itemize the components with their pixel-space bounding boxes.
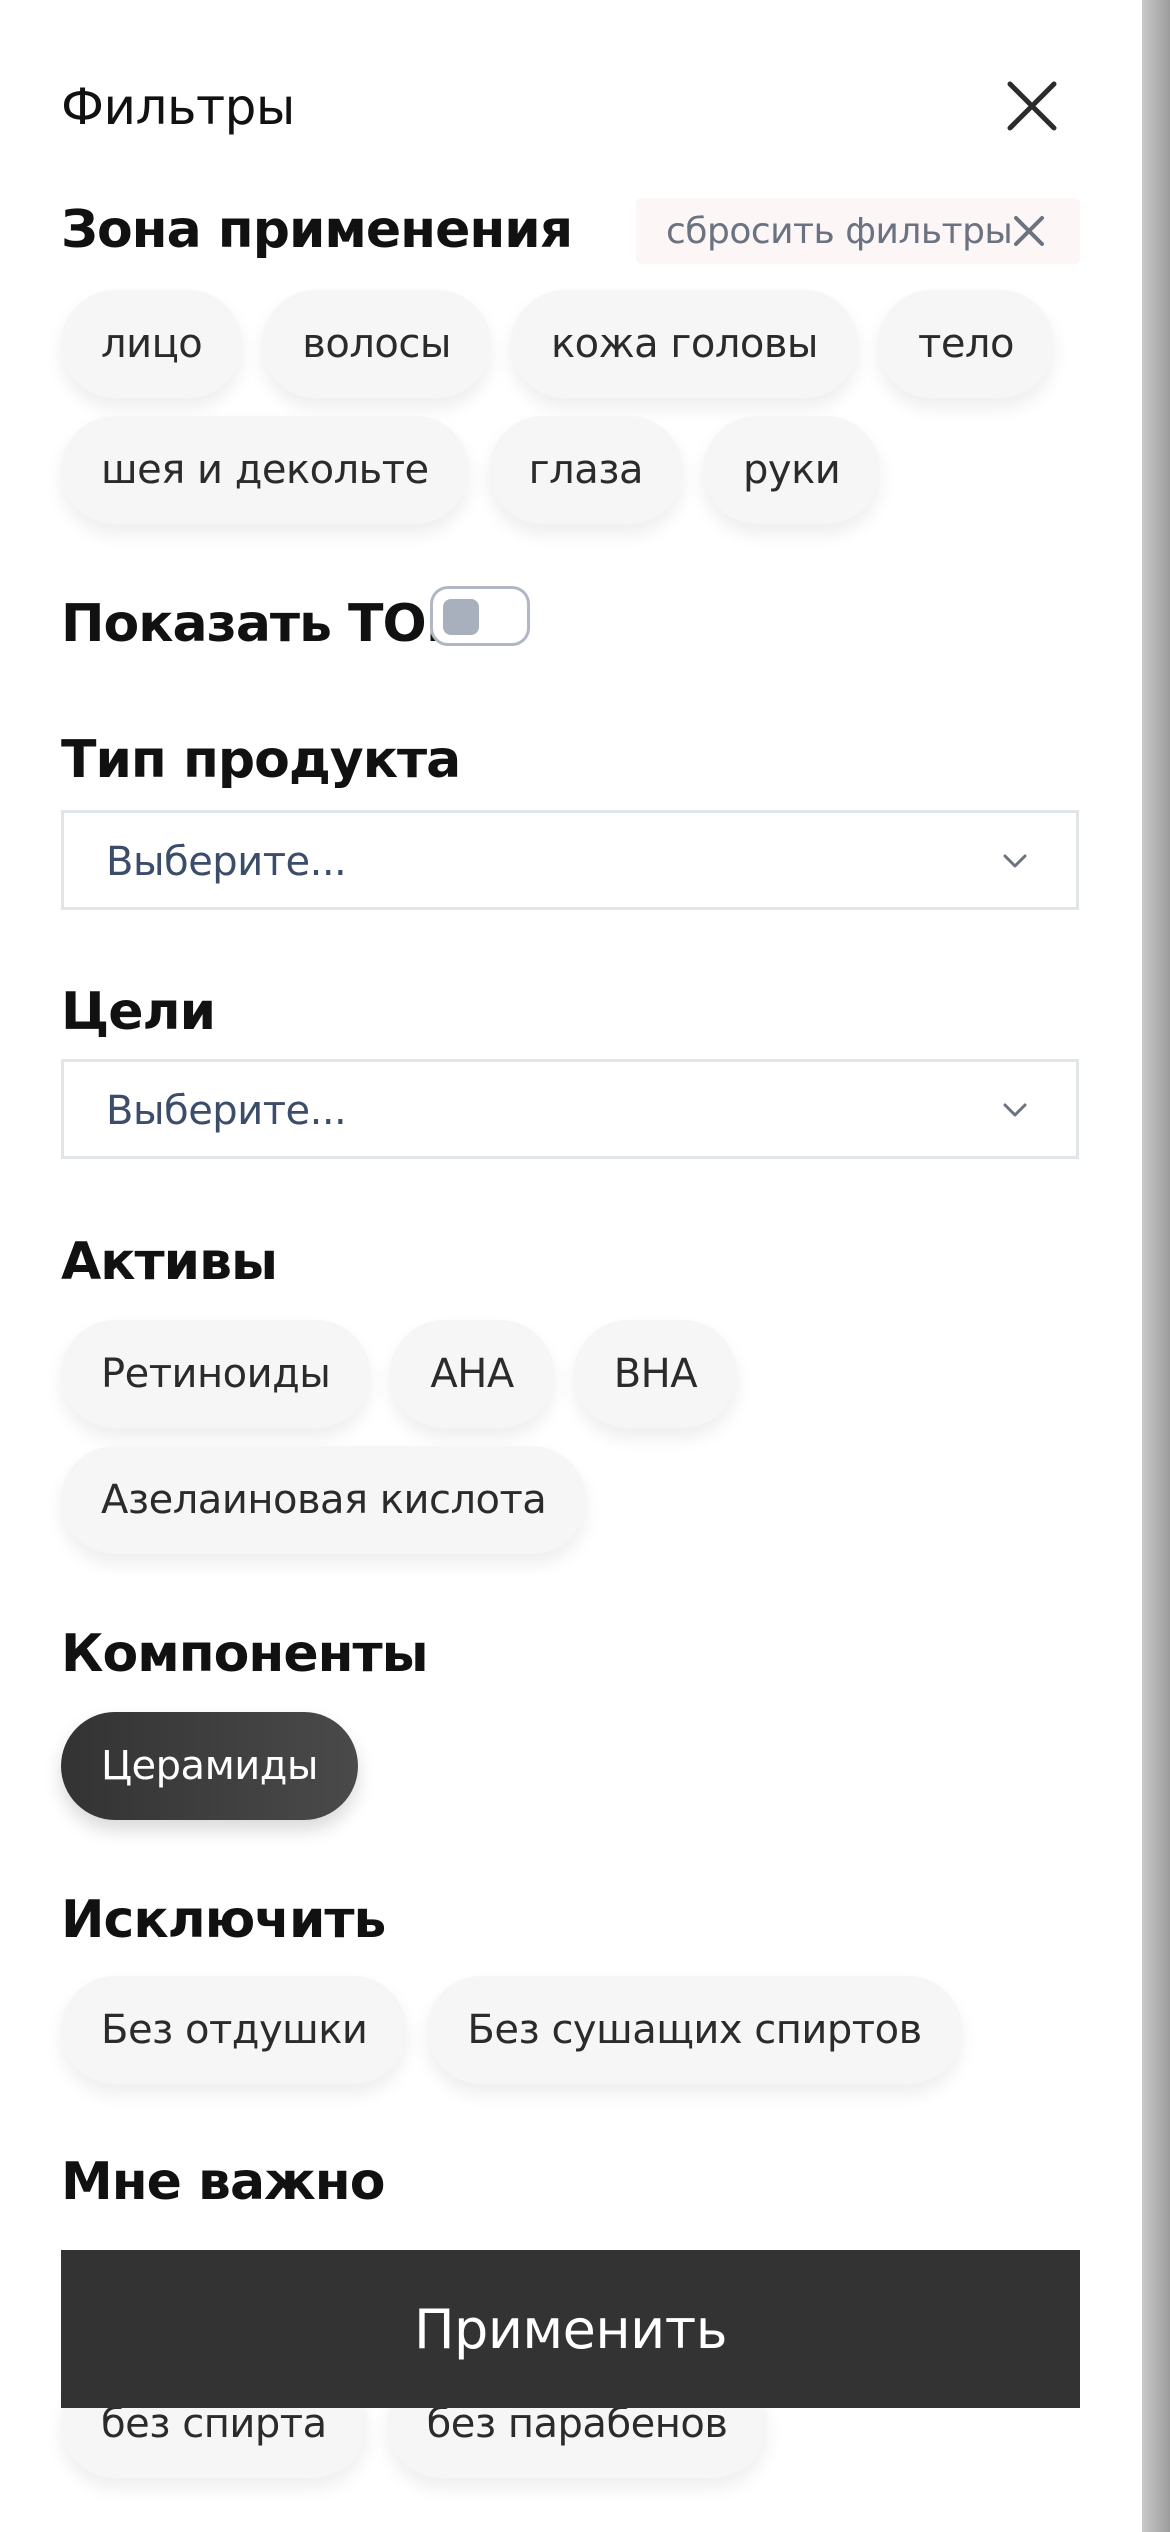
backdrop-edge — [1142, 0, 1170, 2532]
chip-active-retinoids[interactable]: Ретиноиды — [61, 1320, 371, 1428]
zone-chip-row-2: шея и декольте глаза руки — [61, 416, 881, 524]
product-type-placeholder: Выберите... — [106, 839, 347, 885]
chip-zone-eyes[interactable]: глаза — [488, 416, 684, 524]
actives-chip-row-1: Ретиноиды AHA BHA — [61, 1320, 738, 1428]
product-type-select[interactable]: Выберите... — [61, 810, 1079, 910]
chip-exclude-drying-alcohols[interactable]: Без сушащих спиртов — [427, 1976, 962, 2084]
chip-exclude-fragrance[interactable]: Без отдушки — [61, 1976, 408, 2084]
reset-filters-label: сбросить фильтры — [666, 210, 1013, 252]
section-title-zone: Зона применения — [61, 200, 573, 260]
section-title-components: Компоненты — [61, 1624, 429, 1684]
filters-screen: Фильтры Зона применения сбросить фильтры… — [0, 0, 1170, 2532]
close-icon — [1007, 81, 1057, 131]
toggle-knob — [443, 599, 479, 635]
chip-zone-body[interactable]: тело — [878, 290, 1054, 398]
chip-active-aha[interactable]: AHA — [390, 1320, 554, 1428]
chip-zone-face[interactable]: лицо — [61, 290, 243, 398]
section-title-exclude: Исключить — [61, 1890, 386, 1950]
chip-zone-scalp[interactable]: кожа головы — [510, 290, 859, 398]
chip-component-ceramides[interactable]: Церамиды — [61, 1712, 358, 1820]
goals-select[interactable]: Выберите... — [61, 1059, 1079, 1159]
chevron-down-icon — [999, 1094, 1031, 1126]
chip-active-bha[interactable]: BHA — [573, 1320, 738, 1428]
page-title: Фильтры — [61, 78, 295, 136]
actives-chip-row-2: Азелаиновая кислота — [61, 1446, 587, 1554]
section-title-product-type: Тип продукта — [61, 730, 461, 790]
show-top-toggle[interactable] — [430, 586, 530, 646]
chip-zone-neck[interactable]: шея и декольте — [61, 416, 469, 524]
exclude-chip-row: Без отдушки Без сушащих спиртов — [61, 1976, 962, 2084]
apply-button[interactable]: Применить — [61, 2250, 1080, 2408]
show-top-label: Показать ТОП — [61, 594, 469, 654]
reset-filters-button[interactable]: сбросить фильтры — [636, 198, 1080, 264]
goals-placeholder: Выберите... — [106, 1088, 347, 1134]
chip-active-azelaic[interactable]: Азелаиновая кислота — [61, 1446, 587, 1554]
section-title-important: Мне важно — [61, 2152, 385, 2212]
close-icon — [1008, 210, 1050, 252]
components-chip-row: Церамиды — [61, 1712, 358, 1820]
filters-panel: Фильтры Зона применения сбросить фильтры… — [0, 0, 1142, 2532]
zone-chip-row-1: лицо волосы кожа головы тело — [61, 290, 1054, 398]
section-title-goals: Цели — [61, 982, 216, 1042]
close-button[interactable] — [1000, 74, 1064, 138]
chip-zone-hair[interactable]: волосы — [262, 290, 491, 398]
chip-zone-hands[interactable]: руки — [703, 416, 881, 524]
chevron-down-icon — [999, 845, 1031, 877]
section-title-actives: Активы — [61, 1232, 278, 1292]
